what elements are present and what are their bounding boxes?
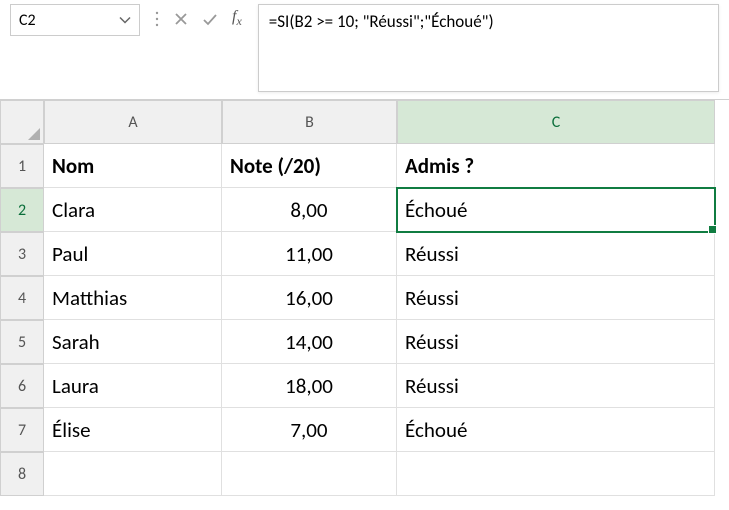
cell-C6[interactable]: Réussi (397, 364, 715, 408)
cell-B8[interactable] (222, 452, 397, 496)
cell-C1[interactable]: Admis ? (397, 144, 715, 188)
row-header-2[interactable]: 2 (0, 188, 44, 232)
name-box-value: C2 (19, 11, 36, 30)
cell-A8[interactable] (44, 452, 222, 496)
cell-A7[interactable]: Élise (44, 408, 222, 452)
cell-B1[interactable]: Note (/20) (222, 144, 397, 188)
cell-B6[interactable]: 18,00 (222, 364, 397, 408)
row-header-8[interactable]: 8 (0, 452, 44, 496)
cell-C8[interactable] (397, 452, 715, 496)
row-header-3[interactable]: 3 (0, 232, 44, 276)
row-header-4[interactable]: 4 (0, 276, 44, 320)
spreadsheet-grid: A B C 1 Nom Note (/20) Admis ? 2 Clara 8… (0, 100, 729, 496)
formula-input[interactable]: =SI(B2 >= 10; "Réussi";"Échoué") (258, 4, 719, 92)
cell-A2[interactable]: Clara (44, 188, 222, 232)
formula-text: =SI(B2 >= 10; "Réussi";"Échoué") (269, 11, 494, 32)
col-header-B[interactable]: B (222, 100, 397, 144)
cell-C4[interactable]: Réussi (397, 276, 715, 320)
row-header-1[interactable]: 1 (0, 144, 44, 188)
row-header-7[interactable]: 7 (0, 408, 44, 452)
cell-A4[interactable]: Matthias (44, 276, 222, 320)
row-header-5[interactable]: 5 (0, 320, 44, 364)
cell-B7[interactable]: 7,00 (222, 408, 397, 452)
chevron-down-icon[interactable] (119, 11, 131, 30)
fx-icon[interactable]: fx (232, 8, 242, 29)
formula-bar-buttons: fx (140, 0, 254, 29)
cell-B5[interactable]: 14,00 (222, 320, 397, 364)
cell-C3[interactable]: Réussi (397, 232, 715, 276)
cell-A5[interactable]: Sarah (44, 320, 222, 364)
cancel-icon[interactable] (174, 12, 188, 26)
cell-B3[interactable]: 11,00 (222, 232, 397, 276)
formula-bar: C2 fx =SI(B2 >= 10; "Réussi";"Échoué") (0, 0, 729, 100)
divider-icon (154, 9, 160, 29)
row-header-6[interactable]: 6 (0, 364, 44, 408)
cell-B2[interactable]: 8,00 (222, 188, 397, 232)
cell-A1[interactable]: Nom (44, 144, 222, 188)
cell-C2[interactable]: Échoué (397, 188, 715, 232)
name-box[interactable]: C2 (10, 4, 140, 36)
cell-B4[interactable]: 16,00 (222, 276, 397, 320)
cell-A3[interactable]: Paul (44, 232, 222, 276)
cell-C5[interactable]: Réussi (397, 320, 715, 364)
cell-A6[interactable]: Laura (44, 364, 222, 408)
select-all-corner[interactable] (0, 100, 44, 144)
col-header-A[interactable]: A (44, 100, 222, 144)
enter-icon[interactable] (202, 12, 218, 26)
cell-C7[interactable]: Échoué (397, 408, 715, 452)
col-header-C[interactable]: C (397, 100, 715, 144)
